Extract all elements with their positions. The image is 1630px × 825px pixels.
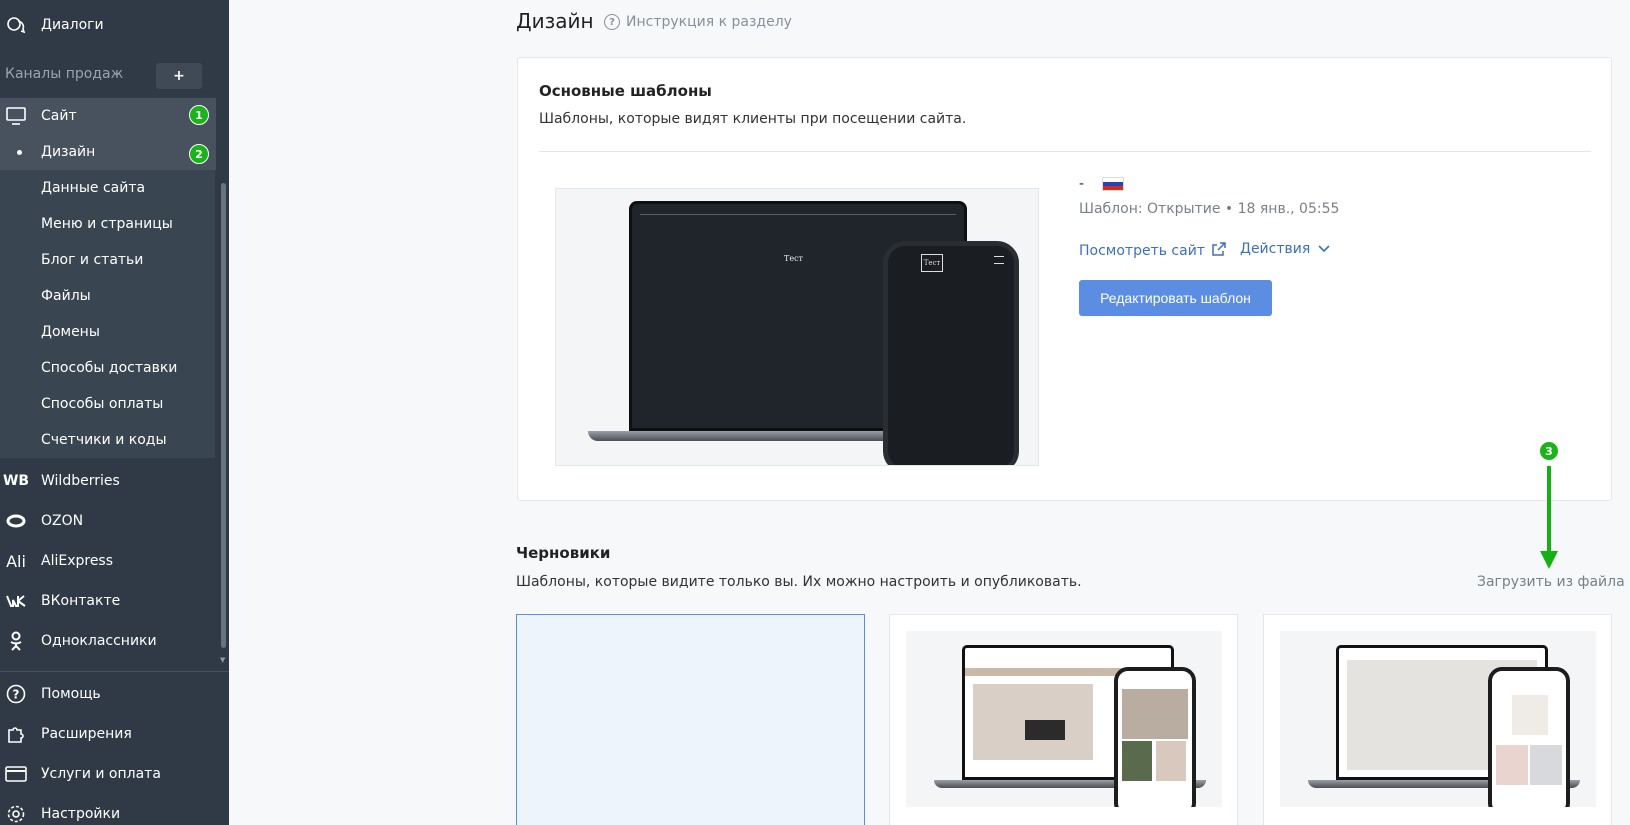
draft-thumbnail	[1280, 631, 1596, 807]
template-preview[interactable]: Тест Тест	[555, 188, 1039, 466]
main-templates-subtitle: Шаблоны, которые видят клиенты при посещ…	[539, 111, 967, 127]
sidebar-scrollbar[interactable]	[221, 183, 226, 648]
preview-logo: Тест	[784, 254, 803, 263]
draft-thumbnail	[906, 631, 1222, 807]
sidebar-item-aliexpress[interactable]: Ali AliExpress	[0, 543, 216, 579]
sidebar-item-delivery[interactable]: Способы доставки	[0, 350, 216, 386]
sidebar-item-menu-pages[interactable]: Меню и страницы	[0, 206, 216, 242]
arrow-down-icon	[1540, 551, 1558, 569]
main-templates-card: Основные шаблоны Шаблоны, которые видят …	[517, 57, 1612, 501]
phone-mockup: Тест	[883, 241, 1019, 465]
add-channel-button[interactable]: +	[156, 63, 202, 89]
sidebar-item-label: ВКонтакте	[41, 593, 121, 609]
ok-icon	[5, 630, 27, 652]
sidebar-item-label: Настройки	[41, 806, 121, 822]
template-meta: Шаблон: Открытие • 18 янв., 05:55	[1079, 201, 1340, 217]
sidebar-item-label: Услуги и оплата	[41, 766, 161, 782]
view-site-link[interactable]: Посмотреть сайт	[1079, 241, 1227, 261]
sales-channels-heading: Каналы продаж	[5, 66, 124, 82]
sidebar: Диалоги Каналы продаж + Сайт 1 Дизайн 2 …	[0, 0, 229, 825]
sidebar-item-label: Счетчики и коды	[41, 432, 167, 448]
sidebar-item-label: OZON	[41, 513, 84, 529]
help-link-label: Инструкция к разделу	[626, 14, 792, 30]
template-language: -	[1079, 176, 1125, 192]
chevron-down-icon	[1318, 243, 1330, 256]
sidebar-item-label: Файлы	[41, 288, 91, 304]
sidebar-item-label: AliExpress	[41, 553, 114, 569]
sidebar-item-label: Блог и статьи	[41, 252, 144, 268]
card-icon	[5, 763, 27, 785]
sidebar-item-extensions[interactable]: Расширения	[0, 716, 216, 752]
scroll-down-icon[interactable]: ▼	[220, 656, 225, 664]
sidebar-item-label: Помощь	[41, 686, 101, 702]
phone-mockup	[1488, 667, 1570, 807]
sidebar-item-domains[interactable]: Домены	[0, 314, 216, 350]
draft-card[interactable]	[1263, 614, 1612, 825]
main-templates-title: Основные шаблоны	[539, 82, 712, 100]
sidebar-item-counters[interactable]: Счетчики и коды	[0, 422, 216, 458]
sidebar-item-label: Расширения	[41, 726, 132, 742]
help-link[interactable]: ? Инструкция к разделу	[604, 14, 792, 30]
russia-flag-icon	[1102, 177, 1125, 191]
sidebar-item-label: Данные сайта	[41, 180, 146, 196]
step-badge: 1	[189, 105, 209, 125]
sidebar-item-site-data[interactable]: Данные сайта	[0, 170, 216, 206]
sidebar-item-vk[interactable]: ВКонтакте	[0, 583, 216, 619]
sidebar-item-ozon[interactable]: OZON	[0, 503, 216, 539]
sidebar-item-label: Способы оплаты	[41, 396, 164, 412]
draft-card[interactable]	[889, 614, 1238, 825]
actions-label: Действия	[1240, 241, 1311, 257]
chat-icon	[5, 14, 27, 36]
sidebar-item-payment[interactable]: Способы оплаты	[0, 386, 216, 422]
question-icon: ?	[604, 14, 620, 30]
view-site-label: Посмотреть сайт	[1079, 243, 1205, 259]
puzzle-icon	[5, 723, 27, 745]
aliexpress-icon: Ali	[6, 551, 26, 571]
sidebar-item-label: Одноклассники	[41, 633, 157, 649]
sidebar-item-label: Сайт	[41, 108, 77, 124]
phone-mockup	[1114, 667, 1196, 807]
edit-template-button[interactable]: Редактировать шаблон	[1079, 280, 1272, 316]
sidebar-item-files[interactable]: Файлы	[0, 278, 216, 314]
gear-icon	[5, 803, 27, 825]
drafts-title: Черновики	[516, 544, 611, 562]
sidebar-item-odnoklassniki[interactable]: Одноклассники	[0, 623, 216, 659]
sidebar-item-blog[interactable]: Блог и статьи	[0, 242, 216, 278]
sidebar-item-label: Способы доставки	[41, 360, 178, 376]
language-dash: -	[1079, 176, 1085, 192]
sidebar-item-label: Wildberries	[41, 473, 120, 489]
external-link-icon	[1211, 241, 1227, 261]
vk-icon	[5, 590, 27, 612]
wildberries-icon: WB	[2, 473, 30, 489]
sidebar-item-label: Меню и страницы	[41, 216, 173, 232]
sidebar-item-label: Диалоги	[41, 17, 104, 33]
sidebar-item-site[interactable]: Сайт	[0, 98, 216, 134]
step-badge: 2	[189, 144, 209, 164]
sidebar-item-label: Дизайн	[41, 144, 96, 160]
help-icon: ?	[5, 683, 27, 705]
active-dot	[17, 150, 22, 155]
draft-card-new[interactable]	[516, 614, 865, 825]
preview-logo: Тест	[921, 254, 943, 272]
ozon-icon	[5, 510, 27, 532]
upload-from-file-link[interactable]: Загрузить из файла	[1477, 574, 1625, 590]
drafts-subtitle: Шаблоны, которые видите только вы. Их мо…	[516, 574, 1082, 590]
step-badge: 3	[1539, 441, 1559, 461]
sidebar-item-wildberries[interactable]: WB Wildberries	[0, 463, 216, 499]
hamburger-icon	[994, 256, 1004, 264]
page-title: Дизайн	[516, 9, 594, 33]
sidebar-item-dialogs[interactable]: Диалоги	[0, 7, 216, 43]
sidebar-item-billing[interactable]: Услуги и оплата	[0, 756, 216, 792]
sidebar-item-settings[interactable]: Настройки	[0, 796, 216, 825]
divider	[539, 151, 1591, 152]
sidebar-item-label: Домены	[41, 324, 100, 340]
sidebar-item-help[interactable]: ? Помощь	[0, 676, 216, 712]
svg-text:?: ?	[13, 688, 20, 702]
annotation-arrow	[1547, 466, 1551, 554]
actions-dropdown[interactable]: Действия	[1240, 241, 1330, 257]
monitor-icon	[5, 105, 27, 127]
sidebar-item-design[interactable]: Дизайн	[0, 134, 216, 170]
sidebar-divider	[0, 671, 229, 672]
